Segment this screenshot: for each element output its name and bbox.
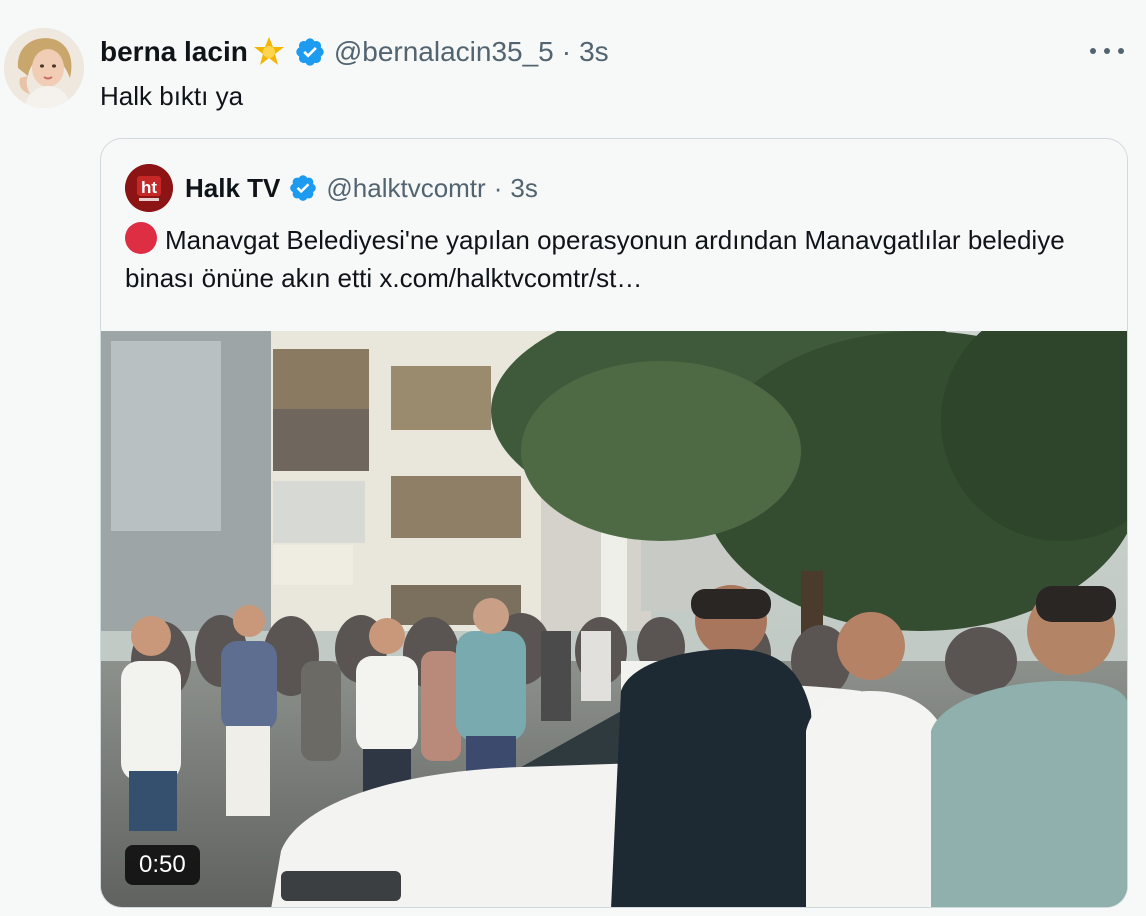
verified-badge-icon[interactable] (288, 173, 318, 203)
quoted-link[interactable]: x.com/halktvcomtr/st… (379, 263, 642, 293)
quoted-display-name[interactable]: Halk TV (185, 173, 280, 204)
author-display-name[interactable]: berna lacin (100, 36, 248, 68)
tweet-text: Halk bıktı ya (100, 81, 244, 111)
quoted-tweet-text: Manavgat Belediyesi'ne yapılan operasyon… (125, 221, 1105, 297)
video-duration-badge: 0:50 (125, 845, 200, 885)
tweet-header: berna lacin @bernalacin35_5 · 3s (100, 30, 609, 74)
tweet: berna lacin @bernalacin35_5 · 3s Halk bı… (0, 0, 1146, 916)
separator-dot: · (493, 172, 503, 203)
author-avatar[interactable] (4, 28, 84, 108)
red-circle-emoji-icon (125, 222, 157, 254)
separator-dot: · (561, 36, 572, 67)
quoted-tweet-header: ht Halk TV @halktvcomtr · 3s (125, 163, 538, 213)
tweet-timestamp[interactable]: 3s (579, 36, 609, 68)
verified-badge-icon[interactable] (294, 36, 326, 68)
star-emoji-icon (252, 35, 286, 69)
author-handle[interactable]: @bernalacin35_5 (334, 36, 554, 68)
quoted-timestamp[interactable]: 3s (510, 173, 537, 204)
quoted-handle[interactable]: @halktvcomtr (326, 173, 485, 204)
halk-tv-logo-text: ht (141, 178, 157, 197)
halk-tv-avatar[interactable]: ht (125, 164, 173, 212)
video-player[interactable]: 0:50 (101, 331, 1127, 907)
video-thumbnail (101, 331, 1127, 907)
more-options-icon[interactable] (1090, 38, 1124, 64)
quoted-tweet-card[interactable]: ht Halk TV @halktvcomtr · 3s Manavgat Be… (100, 138, 1128, 908)
